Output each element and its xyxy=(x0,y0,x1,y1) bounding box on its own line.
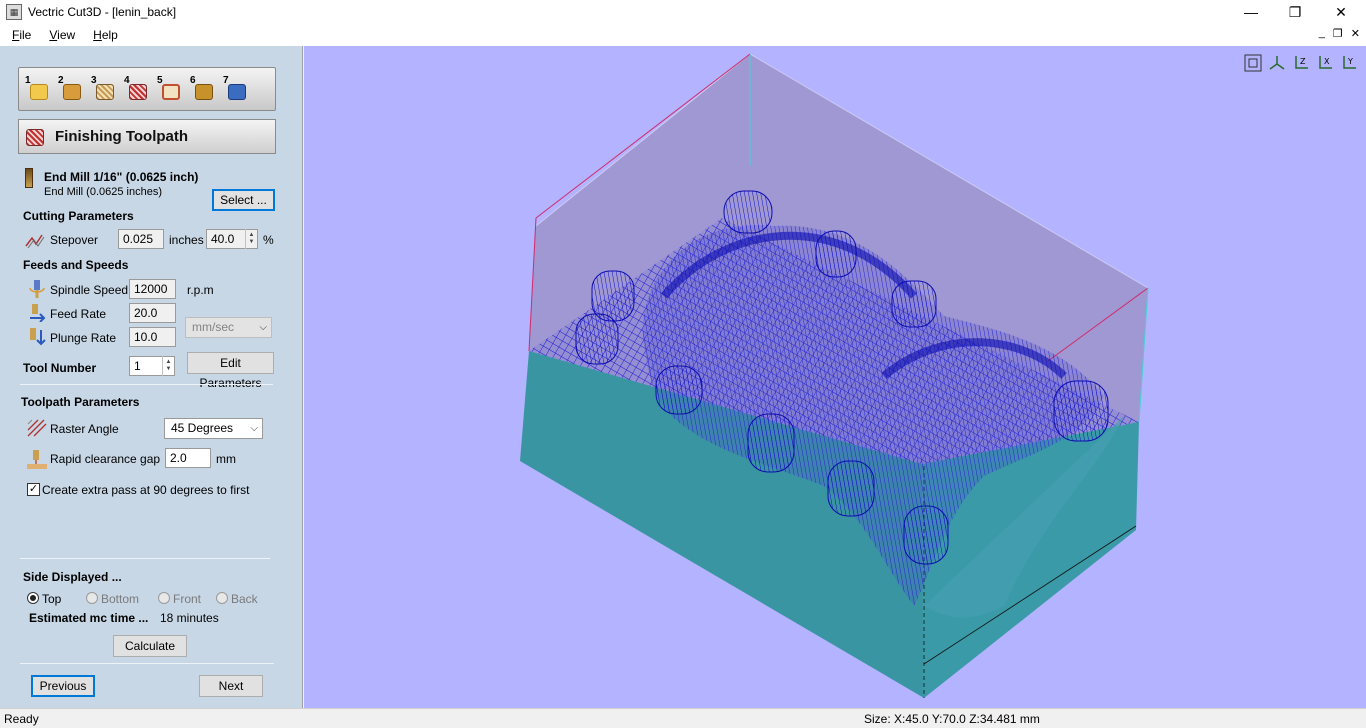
step-6-preview-icon[interactable]: 6 xyxy=(190,75,215,102)
divider xyxy=(20,384,273,385)
divider xyxy=(20,663,274,664)
divider xyxy=(20,558,270,559)
window-title: Vectric Cut3D - [lenin_back] xyxy=(28,5,177,19)
stepover-icon xyxy=(25,232,45,250)
end-mill-icon xyxy=(25,168,33,188)
side-top-label: Top xyxy=(42,592,62,606)
mdi-restore-icon[interactable]: ❐ xyxy=(1333,27,1343,40)
menu-view[interactable]: View xyxy=(43,28,81,42)
rapid-clearance-label: Rapid clearance gap xyxy=(50,452,161,466)
cutting-parameters-heading: Cutting Parameters xyxy=(23,209,134,223)
side-bottom-radio xyxy=(86,592,98,604)
mdi-minimize-icon[interactable]: _ xyxy=(1319,27,1325,40)
select-tool-button[interactable]: Select ... xyxy=(212,189,275,211)
side-back-label: Back xyxy=(231,592,258,606)
calculate-button[interactable]: Calculate xyxy=(113,635,187,657)
step-4-finishing-icon[interactable]: 4 xyxy=(124,75,149,102)
percent-sign: % xyxy=(263,233,274,247)
tool-number-label: Tool Number xyxy=(23,361,97,375)
model-3d-render xyxy=(520,53,1149,698)
step-7-save-icon[interactable]: 7 xyxy=(223,75,248,102)
status-bar: Ready Size: X:45.0 Y:70.0 Z:34.481 mm xyxy=(0,708,1366,728)
raster-angle-dropdown[interactable]: 45 Degrees ⌵ xyxy=(164,418,263,439)
status-ready: Ready xyxy=(4,712,39,726)
side-top-radio[interactable] xyxy=(27,592,39,604)
feed-rate-input[interactable]: 20.0 xyxy=(129,303,176,323)
rapid-clearance-input[interactable]: 2.0 xyxy=(165,448,211,468)
menu-help[interactable]: Help xyxy=(87,28,124,42)
extra-pass-checkbox[interactable]: ✓ xyxy=(27,483,40,496)
step-2-orient-icon[interactable]: 2 xyxy=(58,75,83,102)
spindle-icon xyxy=(28,280,46,298)
extra-pass-label: Create extra pass at 90 degrees to first xyxy=(42,483,250,497)
rapid-clearance-icon xyxy=(27,450,47,469)
mdi-close-icon[interactable]: ✕ xyxy=(1351,27,1360,40)
maximize-button[interactable]: ❐ xyxy=(1272,0,1318,24)
toolpath-parameters-heading: Toolpath Parameters xyxy=(21,395,140,409)
side-front-radio xyxy=(158,592,170,604)
toolpath-panel: 1 2 3 4 5 6 7 Finishing Toolpath End Mil… xyxy=(0,46,303,708)
spindle-speed-unit: r.p.m xyxy=(187,283,214,297)
stepover-input[interactable]: 0.025 xyxy=(118,229,164,249)
finishing-toolpath-icon xyxy=(23,125,47,149)
side-front-label: Front xyxy=(173,592,202,606)
plunge-rate-input[interactable]: 10.0 xyxy=(129,327,176,347)
title-bar: ▦ Vectric Cut3D - [lenin_back] — ❐ ✕ xyxy=(0,0,1366,24)
panel-title: Finishing Toolpath xyxy=(55,128,189,145)
plunge-rate-icon xyxy=(28,328,46,346)
minimize-button[interactable]: — xyxy=(1228,0,1274,24)
stepover-percent-spinner[interactable]: ▲ ▼ xyxy=(245,229,257,249)
status-size: Size: X:45.0 Y:70.0 Z:34.481 mm xyxy=(864,712,1040,726)
next-button[interactable]: Next xyxy=(199,675,263,697)
estimated-time-value: 18 minutes xyxy=(160,611,219,625)
estimated-time-label: Estimated mc time ... xyxy=(29,611,149,625)
feed-rate-label: Feed Rate xyxy=(50,307,107,321)
mdi-controls: _ ❐ ✕ xyxy=(1319,27,1360,40)
side-bottom-label: Bottom xyxy=(101,592,140,606)
wizard-step-toolbar: 1 2 3 4 5 6 7 xyxy=(18,67,276,111)
side-back-radio xyxy=(216,592,228,604)
previous-button[interactable]: Previous xyxy=(31,675,95,697)
rate-unit-dropdown: mm/sec ⌵ xyxy=(185,317,272,338)
rapid-clearance-unit: mm xyxy=(216,452,236,466)
edit-parameters-button[interactable]: Edit Parameters xyxy=(187,352,274,390)
stepover-unit: inches xyxy=(169,233,204,247)
step-5-cutout-icon[interactable]: 5 xyxy=(157,75,182,102)
stepover-label: Stepover xyxy=(50,233,99,247)
tool-number-spinner[interactable]: ▲ ▼ xyxy=(162,356,174,376)
plunge-rate-label: Plunge Rate xyxy=(50,331,117,345)
feeds-speeds-heading: Feeds and Speeds xyxy=(23,258,129,272)
tool-description: End Mill (0.0625 inches) xyxy=(44,186,163,198)
raster-angle-label: Raster Angle xyxy=(50,422,119,436)
tool-name: End Mill 1/16" (0.0625 inch) xyxy=(44,170,199,184)
spindle-speed-input[interactable]: 12000 xyxy=(129,279,176,299)
menu-bar: File View Help _ ❐ ✕ xyxy=(0,24,1366,46)
raster-angle-icon xyxy=(27,419,47,437)
app-icon: ▦ xyxy=(6,4,22,20)
close-button[interactable]: ✕ xyxy=(1318,0,1364,24)
menu-file[interactable]: File xyxy=(6,28,37,42)
step-1-open-icon[interactable]: 1 xyxy=(25,75,50,102)
panel-header: Finishing Toolpath xyxy=(18,119,276,154)
3d-viewport[interactable]: Z X Y xyxy=(304,46,1366,708)
feed-rate-icon xyxy=(28,304,46,323)
side-displayed-heading: Side Displayed ... xyxy=(23,570,122,584)
step-3-roughing-icon[interactable]: 3 xyxy=(91,75,116,102)
spindle-speed-label: Spindle Speed xyxy=(50,283,129,297)
